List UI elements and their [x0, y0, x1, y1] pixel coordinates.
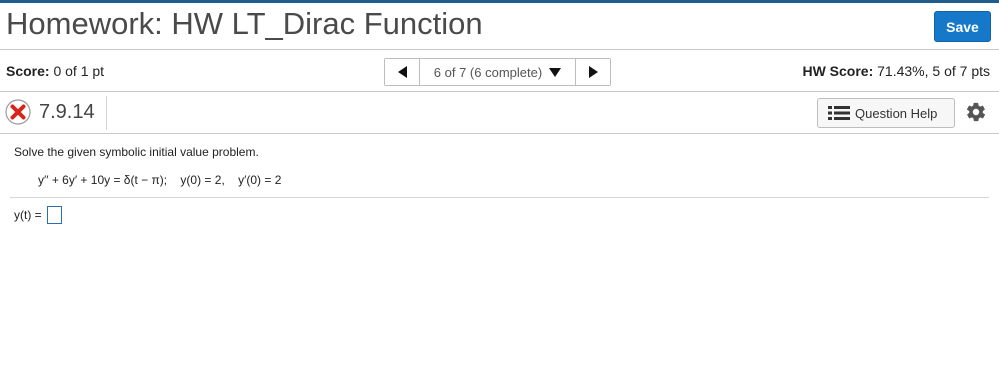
question-select-label: 6 of 7 (6 complete)	[433, 64, 543, 80]
answer-label: y(t) =	[14, 208, 42, 222]
question-help-button[interactable]: Question Help	[817, 98, 955, 128]
score-bar: Score: 0 of 1 pt 6 of 7 (6 complete) HW …	[0, 50, 999, 92]
hw-score-display: HW Score: 71.43%, 5 of 7 pts	[802, 63, 990, 79]
triangle-down-icon	[549, 67, 562, 77]
triangle-left-icon	[397, 66, 407, 78]
question-select[interactable]: 6 of 7 (6 complete)	[420, 59, 575, 85]
question-bar: 7.9.14 Question Help	[0, 92, 999, 134]
hw-score-value: 71.43%, 5 of 7 pts	[877, 63, 990, 79]
answer-input[interactable]	[47, 206, 62, 224]
list-icon	[828, 106, 850, 120]
content-divider	[10, 197, 989, 198]
equation: y′′ + 6y′ + 10y = δ(t − π); y(0) = 2, y′…	[38, 173, 282, 187]
gear-icon[interactable]	[965, 101, 987, 123]
question-navigator: 6 of 7 (6 complete)	[384, 58, 611, 86]
save-button[interactable]: Save	[934, 11, 991, 42]
divider	[106, 96, 107, 130]
previous-question-button[interactable]	[385, 59, 420, 85]
question-number: 7.9.14	[39, 101, 95, 123]
homework-page: Homework: HW LT_Dirac Function Save Scor…	[0, 0, 999, 372]
score-display: Score: 0 of 1 pt	[6, 63, 104, 79]
header: Homework: HW LT_Dirac Function Save	[0, 3, 999, 50]
page-title: Homework: HW LT_Dirac Function	[6, 6, 483, 41]
score-label: Score:	[6, 63, 50, 79]
question-help-label: Question Help	[855, 105, 938, 121]
question-prompt: Solve the given symbolic initial value p…	[14, 145, 259, 159]
score-value: 0 of 1 pt	[53, 63, 105, 79]
hw-score-label: HW Score:	[802, 63, 874, 79]
next-question-button[interactable]	[575, 59, 610, 85]
x-circle-icon	[5, 99, 31, 125]
triangle-right-icon	[588, 66, 598, 78]
